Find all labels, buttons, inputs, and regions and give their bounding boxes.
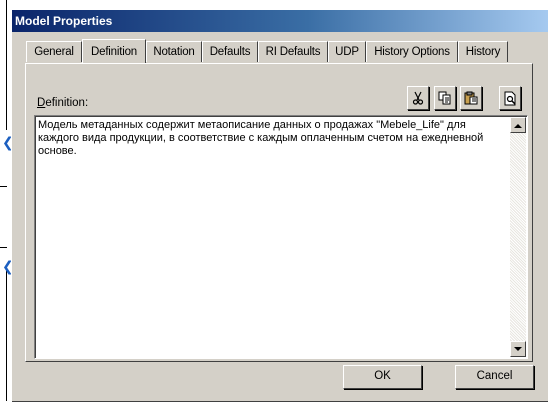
title-bar[interactable]: Model Properties bbox=[12, 10, 548, 32]
preview-icon bbox=[504, 91, 516, 105]
tab-general[interactable]: General bbox=[26, 41, 82, 62]
definition-text: Модель метаданных содержит метаописание … bbox=[38, 119, 484, 157]
cut-icon bbox=[412, 91, 424, 105]
scroll-down-button[interactable] bbox=[510, 341, 526, 357]
definition-label: Definition: bbox=[37, 97, 89, 109]
ok-button[interactable]: OK bbox=[343, 365, 422, 389]
preview-button[interactable] bbox=[499, 86, 521, 110]
tab-ri-defaults[interactable]: RI Defaults bbox=[258, 41, 328, 62]
copy-button[interactable] bbox=[434, 86, 456, 110]
tab-udp[interactable]: UDP bbox=[328, 41, 366, 62]
tab-definition[interactable]: Definition bbox=[82, 39, 146, 63]
definition-textarea[interactable]: Модель метаданных содержит метаописание … bbox=[34, 115, 528, 359]
arrow-up-icon bbox=[514, 123, 522, 128]
tab-history-options[interactable]: History Options bbox=[366, 41, 458, 62]
background-border-line bbox=[0, 247, 7, 248]
background-border-line bbox=[0, 186, 7, 187]
vertical-scrollbar[interactable] bbox=[510, 117, 526, 357]
cancel-button[interactable]: Cancel bbox=[455, 365, 534, 389]
paste-button[interactable] bbox=[460, 86, 482, 110]
paste-icon bbox=[464, 91, 478, 105]
tab-defaults[interactable]: Defaults bbox=[202, 41, 258, 62]
window-title: Model Properties bbox=[15, 14, 113, 28]
cut-button[interactable] bbox=[407, 86, 429, 110]
background-border-line bbox=[6, 270, 7, 401]
tab-history[interactable]: History bbox=[458, 41, 508, 62]
arrow-down-icon bbox=[514, 346, 522, 351]
scroll-up-button[interactable] bbox=[510, 117, 526, 133]
background-border-line bbox=[6, 0, 7, 130]
copy-icon bbox=[438, 91, 451, 105]
tab-notation[interactable]: Notation bbox=[146, 41, 202, 62]
